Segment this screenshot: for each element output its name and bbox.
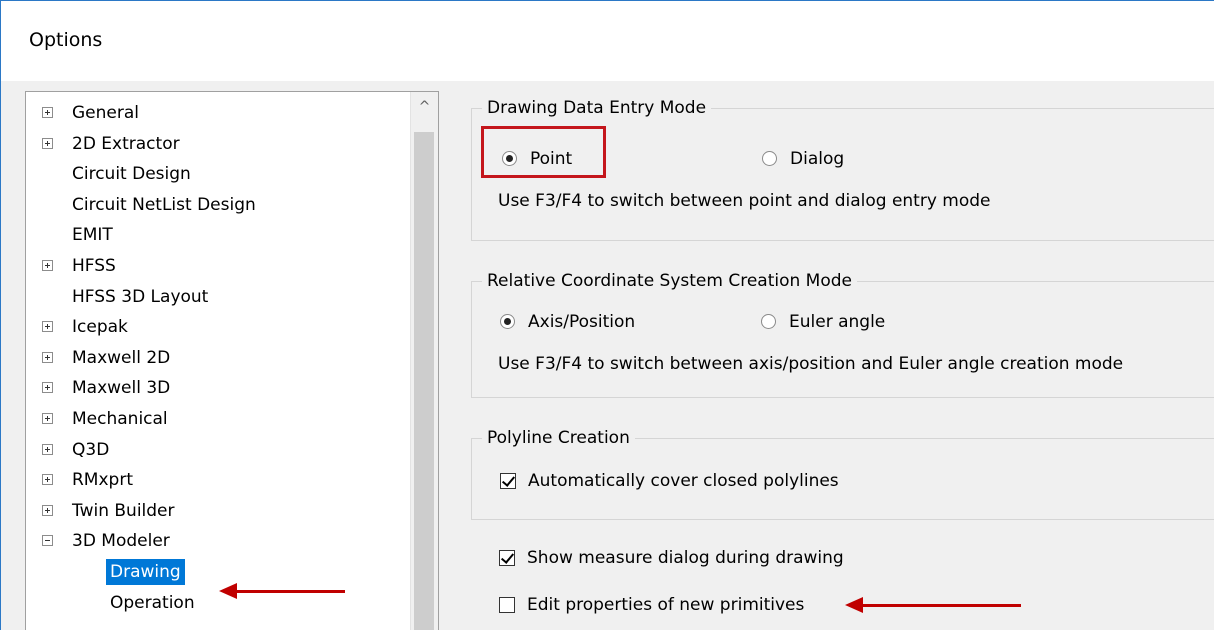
expand-plus-icon[interactable] <box>42 474 53 486</box>
dialog-radio[interactable] <box>762 151 777 166</box>
tree-item-label: Icepak <box>72 317 128 338</box>
show-measure-label: Show measure dialog during drawing <box>527 548 844 568</box>
drawing-arrow-icon <box>219 583 345 599</box>
tree-item-label: 2D Extractor <box>72 133 180 154</box>
tree-item-label: 3D Modeler <box>72 531 170 552</box>
tree-item-label: Circuit Design <box>72 164 191 185</box>
tree-item-label: Twin Builder <box>72 500 175 521</box>
polyline-title: Polyline Creation <box>482 427 635 449</box>
tree-item-q3d[interactable]: Q3D <box>26 435 406 465</box>
dialog-label: Dialog <box>790 149 845 169</box>
dialog-body: General 2D Extractor Circuit Design Circuit… <box>1 81 1214 630</box>
tree-item-label: Circuit NetList Design <box>72 194 256 215</box>
tree-item-icepak[interactable]: Icepak <box>26 312 406 342</box>
euler-angle-label: Euler angle <box>789 312 886 332</box>
drawing-entry-title: Drawing Data Entry Mode <box>482 97 712 119</box>
tree-item-label: HFSS <box>72 256 116 276</box>
tree-item-rmxprt[interactable]: RMxprt <box>26 465 406 495</box>
tree-item-circuit-netlist-design[interactable]: Circuit NetList Design <box>26 190 406 220</box>
polyline-group: Polyline Creation Automatically cover cl… <box>471 427 1214 520</box>
cover-polylines-checkbox[interactable] <box>500 473 516 489</box>
tree-item-hfss[interactable]: HFSS <box>26 251 406 281</box>
show-measure-checkbox[interactable] <box>499 550 515 566</box>
expand-plus-icon[interactable] <box>42 443 53 455</box>
tree-item-maxwell-2d[interactable]: Maxwell 2D <box>26 343 406 373</box>
tree-item-label: Maxwell 2D <box>72 347 171 368</box>
relative-cs-title: Relative Coordinate System Creation Mode <box>482 270 858 292</box>
cover-polylines-label: Automatically cover closed polylines <box>528 471 839 491</box>
options-window: Options General 2D Extractor Circuit Desig… <box>0 0 1214 630</box>
tree-item-label: RMxprt <box>72 470 133 491</box>
drawing-entry-hint: Use F3/F4 to switch between point and di… <box>498 191 991 211</box>
tree-item-hfss-3d-layout[interactable]: HFSS 3D Layout <box>26 282 406 312</box>
tree-item-maxwell-3d[interactable]: Maxwell 3D <box>26 373 406 403</box>
tree-item-general[interactable]: General <box>26 98 406 128</box>
expand-plus-icon[interactable] <box>42 413 53 424</box>
tree-item-drawing[interactable]: Drawing <box>26 557 406 587</box>
tree-item-label: Q3D <box>72 439 110 460</box>
tree-item-2d-extractor[interactable]: 2D Extractor <box>26 129 406 159</box>
tree-item-label: Drawing <box>106 559 185 585</box>
tree-item-label: Operation <box>110 592 195 613</box>
tree-item-label: EMIT <box>72 225 113 246</box>
relative-cs-group: Relative Coordinate System Creation Mode… <box>471 270 1214 398</box>
tree-item-label: Mechanical <box>72 409 168 429</box>
tree-scrollbar[interactable]: ^ <box>410 92 438 630</box>
expand-plus-icon[interactable] <box>42 351 53 363</box>
tree-item-3d-modeler[interactable]: 3D Modeler <box>26 526 406 556</box>
tree-item-label: General <box>72 103 139 123</box>
expand-plus-icon[interactable] <box>42 321 53 333</box>
tree-item-emit[interactable]: EMIT <box>26 220 406 250</box>
expand-plus-icon[interactable] <box>42 137 53 149</box>
expand-plus-icon[interactable] <box>42 260 53 271</box>
tree-item-label: HFSS 3D Layout <box>72 286 209 307</box>
expand-plus-icon[interactable] <box>42 107 53 118</box>
scroll-thumb[interactable] <box>414 132 434 630</box>
euler-angle-radio[interactable] <box>761 314 776 329</box>
axis-position-label: Axis/Position <box>528 312 636 332</box>
tree-item-twin-builder[interactable]: Twin Builder <box>26 496 406 526</box>
edit-properties-arrow-icon <box>845 597 1021 613</box>
edit-properties-checkbox[interactable] <box>499 597 515 613</box>
options-tree[interactable]: General 2D Extractor Circuit Design Circuit… <box>25 91 439 630</box>
expand-plus-icon[interactable] <box>42 504 53 516</box>
tree-item-operation[interactable]: Operation <box>26 588 406 618</box>
title-bar: Options <box>1 1 1214 81</box>
window-title: Options <box>29 29 103 51</box>
tree-item-circuit-design[interactable]: Circuit Design <box>26 159 406 189</box>
expand-plus-icon[interactable] <box>42 382 53 394</box>
scroll-up-button[interactable]: ^ <box>411 92 438 122</box>
relative-cs-hint: Use F3/F4 to switch between axis/positio… <box>498 354 1124 374</box>
collapse-minus-icon[interactable] <box>42 535 53 547</box>
point-highlight-box <box>481 126 606 178</box>
tree-item-mechanical[interactable]: Mechanical <box>26 404 406 434</box>
tree-item-label: Maxwell 3D <box>72 378 171 399</box>
axis-position-radio[interactable] <box>500 314 515 329</box>
edit-properties-label: Edit properties of new primitives <box>527 595 805 615</box>
chevron-up-icon: ^ <box>418 99 431 115</box>
